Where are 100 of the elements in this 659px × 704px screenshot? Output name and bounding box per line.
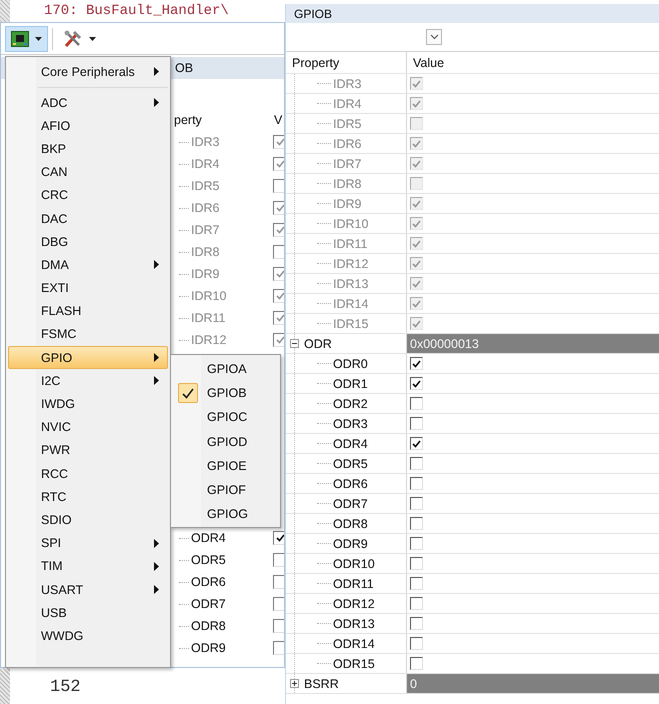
checkbox[interactable] <box>410 417 423 430</box>
checkbox[interactable] <box>273 267 284 281</box>
menu-item[interactable]: GPIOC <box>173 405 278 430</box>
checkbox[interactable] <box>410 477 423 490</box>
checkbox[interactable] <box>410 357 423 370</box>
menu-item[interactable]: GPIOG <box>173 502 278 526</box>
menu-item[interactable]: CRC <box>8 184 168 207</box>
menu-item[interactable]: TIM <box>8 554 168 578</box>
bit-name: ODR4 <box>332 436 368 450</box>
checkbox[interactable] <box>410 577 423 590</box>
checkbox[interactable] <box>273 289 284 303</box>
menu-item[interactable]: USB <box>8 601 168 624</box>
menu-item[interactable]: NVIC <box>8 416 168 439</box>
menu-item[interactable]: FLASH <box>8 300 168 323</box>
bit-name: IDR14 <box>332 296 368 310</box>
dropdown-button[interactable] <box>426 29 442 45</box>
bit-name: IDR4 <box>190 157 220 171</box>
checkbox[interactable] <box>410 457 423 470</box>
checkbox[interactable] <box>273 575 284 589</box>
menu-item[interactable]: DBG <box>8 230 168 254</box>
bit-name: ODR5 <box>190 553 226 567</box>
checkbox[interactable] <box>273 223 284 237</box>
bit-name: ODR0 <box>332 356 368 370</box>
bit-name: IDR6 <box>190 201 220 215</box>
checkbox[interactable] <box>410 617 423 630</box>
bit-name: ODR8 <box>190 619 226 633</box>
checkbox[interactable] <box>410 657 423 670</box>
bit-name: ODR6 <box>190 575 226 589</box>
menu-item[interactable]: Core Peripherals <box>8 59 168 84</box>
bit-name: IDR4 <box>332 96 362 110</box>
menu-item[interactable]: I2C <box>8 369 168 392</box>
checkbox[interactable] <box>410 537 423 550</box>
checkbox[interactable] <box>273 245 284 259</box>
menu-item[interactable]: WWDG <box>8 624 168 648</box>
bit-name: ODR1 <box>332 376 368 390</box>
window-title: GPIOB <box>294 6 332 20</box>
checkbox[interactable] <box>273 597 284 611</box>
bit-name: IDR3 <box>332 76 362 90</box>
menu-item[interactable]: GPIOE <box>173 454 278 478</box>
menu-item[interactable]: GPIOA <box>173 357 278 382</box>
checkbox[interactable] <box>410 557 423 570</box>
bit-name: ODR11 <box>332 576 374 590</box>
bit-name: IDR9 <box>332 196 362 210</box>
caret-icon <box>35 36 42 40</box>
checkbox[interactable] <box>410 377 423 390</box>
checkbox[interactable] <box>410 637 423 650</box>
bit-name: ODR2 <box>332 396 368 410</box>
menu-item[interactable]: AFIO <box>8 114 168 138</box>
checkbox[interactable] <box>273 201 284 215</box>
bit-name: IDR3 <box>190 135 220 149</box>
menu-item[interactable]: IWDG <box>8 392 168 416</box>
menu-item[interactable]: DAC <box>8 206 168 230</box>
checkbox[interactable] <box>410 597 423 610</box>
menu-item[interactable]: DMA <box>8 253 168 276</box>
menu-item[interactable]: GPIOD <box>173 430 278 454</box>
column-header[interactable]: Value <box>406 52 659 73</box>
bit-name: IDR11 <box>190 311 226 325</box>
checkbox[interactable] <box>273 333 284 347</box>
checkbox[interactable] <box>410 437 423 450</box>
bit-name: ODR7 <box>332 496 368 510</box>
menu-item[interactable]: GPIO <box>8 346 168 370</box>
bit-name: IDR10 <box>332 216 368 230</box>
menu-item[interactable]: PWR <box>8 438 168 462</box>
column-header[interactable]: perty <box>174 113 202 127</box>
checkbox[interactable] <box>273 311 284 325</box>
menu-item[interactable]: RTC <box>8 485 168 508</box>
menu-item[interactable]: ADC <box>8 91 168 114</box>
checkbox[interactable] <box>273 157 284 171</box>
bit-name: ODR8 <box>332 516 368 530</box>
bit-name: IDR7 <box>190 223 220 237</box>
menu-item[interactable]: GPIOB <box>173 381 278 406</box>
checkbox[interactable] <box>410 497 423 510</box>
column-header[interactable]: Property <box>286 52 406 73</box>
menu-item[interactable]: GPIOF <box>173 478 278 502</box>
bit-name: IDR5 <box>332 116 362 130</box>
expand-toggle[interactable] <box>290 339 299 348</box>
menu-item[interactable]: EXTI <box>8 276 168 300</box>
checkbox[interactable] <box>273 641 284 655</box>
menu-item[interactable]: BKP <box>8 137 168 161</box>
checkbox[interactable] <box>273 619 284 633</box>
checkbox[interactable] <box>273 179 284 193</box>
checkbox[interactable] <box>410 397 423 410</box>
peripheral-button[interactable] <box>5 26 48 52</box>
register-name: BSRR <box>303 676 339 690</box>
checkbox[interactable] <box>273 135 284 149</box>
menu-item[interactable]: USART <box>8 578 168 602</box>
register-name: ODR <box>303 336 332 350</box>
checkbox[interactable] <box>273 531 284 545</box>
checkbox[interactable] <box>410 517 423 530</box>
expand-toggle[interactable] <box>290 679 299 688</box>
bit-name: ODR6 <box>332 476 368 490</box>
checkbox[interactable] <box>273 553 284 567</box>
bit-name: ODR7 <box>190 597 226 611</box>
menu-item[interactable]: SDIO <box>8 508 168 532</box>
menu-item[interactable]: SPI <box>8 532 168 555</box>
menu-item[interactable]: FSMC <box>8 322 168 346</box>
menu-item[interactable]: RCC <box>8 462 168 486</box>
caret-icon <box>89 36 96 40</box>
column-header[interactable]: V <box>274 113 282 127</box>
menu-item[interactable]: CAN <box>8 160 168 184</box>
